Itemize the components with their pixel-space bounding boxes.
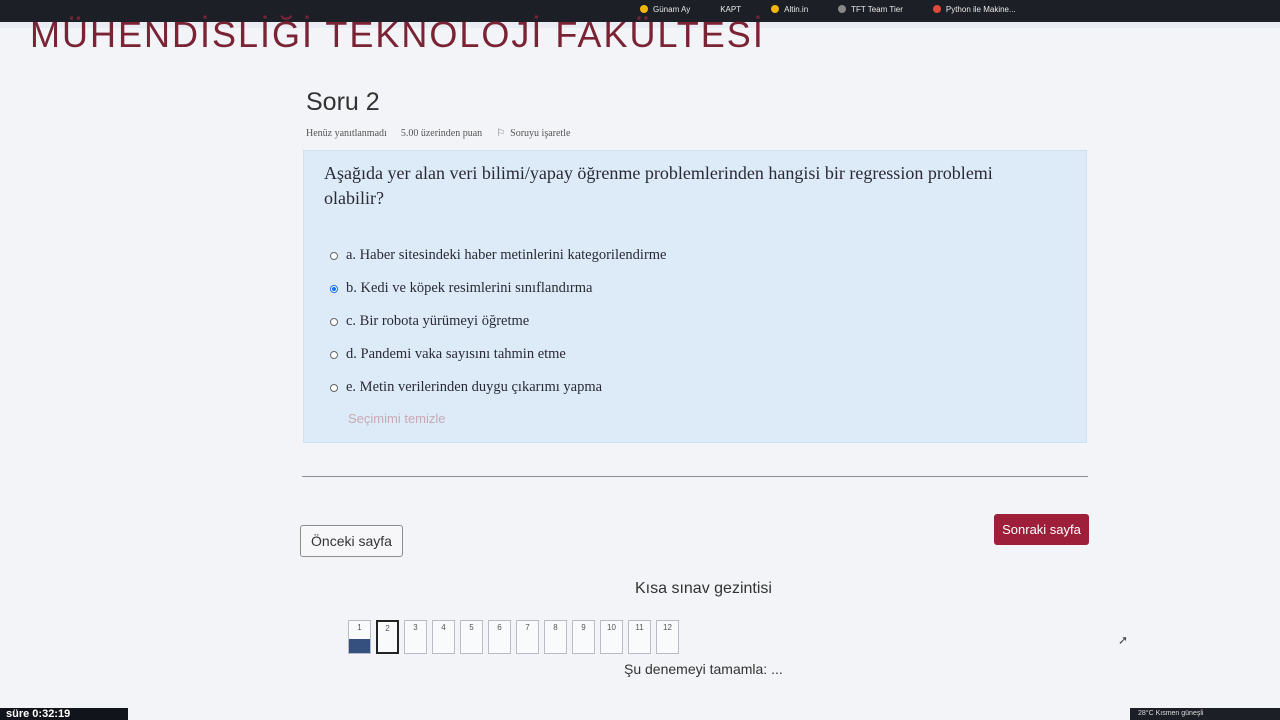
nav-page-9[interactable]: 9 bbox=[572, 620, 595, 654]
answer-label: d. Pandemi vaka sayısını tahmin etme bbox=[346, 346, 566, 362]
answer-option-b[interactable]: b. Kedi ve köpek resimlerini sınıflandır… bbox=[330, 272, 667, 305]
nav-page-5[interactable]: 5 bbox=[460, 620, 483, 654]
gold-icon bbox=[771, 5, 780, 13]
bookmark-item[interactable]: TFT Team Tier bbox=[838, 5, 903, 14]
question-box: Aşağıda yer alan veri bilimi/yapay öğren… bbox=[303, 150, 1087, 443]
question-status: Henüz yanıtlanmadı bbox=[306, 128, 387, 139]
bookmark-item[interactable]: KAPT bbox=[720, 5, 741, 14]
bookmark-label: Python ile Makine... bbox=[945, 4, 1016, 14]
answer-label: b. Kedi ve köpek resimlerini sınıflandır… bbox=[346, 280, 593, 296]
star-icon bbox=[640, 5, 648, 13]
book-icon bbox=[932, 5, 941, 13]
answer-label: e. Metin verilerinden duygu çıkarımı yap… bbox=[346, 379, 603, 395]
answer-option-e[interactable]: e. Metin verilerinden duygu çıkarımı yap… bbox=[330, 371, 667, 404]
nav-page-8[interactable]: 8 bbox=[544, 620, 567, 654]
finish-attempt-link[interactable]: Şu denemeyi tamamla: ... bbox=[624, 661, 783, 677]
question-header: Soru 2 bbox=[306, 88, 380, 117]
nav-page-12[interactable]: 12 bbox=[656, 620, 679, 654]
quiz-timer: süre 0:32:19 bbox=[0, 708, 128, 720]
bookmark-item[interactable]: Altin.in bbox=[771, 5, 808, 14]
quiz-navigation-title: Kısa sınav gezintisi bbox=[635, 580, 772, 597]
divider bbox=[302, 476, 1088, 477]
radio-button[interactable] bbox=[330, 383, 338, 392]
nav-page-7[interactable]: 7 bbox=[516, 620, 539, 654]
bookmark-label: KAPT bbox=[720, 4, 742, 14]
radio-button-selected[interactable] bbox=[330, 284, 338, 293]
nav-page-11[interactable]: 11 bbox=[628, 620, 651, 654]
answer-label: c. Bir robota yürümeyi öğretme bbox=[346, 313, 530, 329]
answer-option-c[interactable]: c. Bir robota yürümeyi öğretme bbox=[330, 305, 667, 338]
question-number: Soru 2 bbox=[306, 88, 380, 116]
mouse-cursor-icon: ➚ bbox=[1118, 633, 1129, 647]
bookmark-item[interactable]: Python ile Makine... bbox=[932, 4, 1016, 14]
answer-list: a. Haber sitesindeki haber metinlerini k… bbox=[330, 239, 667, 404]
nav-page-1[interactable]: 1 bbox=[348, 620, 371, 654]
nav-page-6[interactable]: 6 bbox=[488, 620, 511, 654]
clear-choice-link[interactable]: Seçimimi temizle bbox=[348, 411, 446, 426]
radio-button[interactable] bbox=[330, 251, 338, 260]
answer-label: a. Haber sitesindeki haber metinlerini k… bbox=[346, 247, 667, 263]
question-info: Henüz yanıtlanmadı 5.00 üzerinden puan ⚐… bbox=[306, 128, 570, 139]
next-page-button[interactable]: Sonraki sayfa bbox=[994, 514, 1089, 545]
nav-page-4[interactable]: 4 bbox=[432, 620, 455, 654]
bookmark-label: Günam Ay bbox=[653, 4, 691, 14]
faculty-title: MÜHENDİSLİĞİ TEKNOLOJİ FAKÜLTESİ bbox=[30, 14, 765, 55]
flag-icon: ⚐ bbox=[496, 128, 506, 139]
weather-text: 28°C Kısmen güneşli bbox=[1138, 710, 1204, 717]
nav-page-3[interactable]: 3 bbox=[404, 620, 427, 654]
answer-option-d[interactable]: d. Pandemi vaka sayısını tahmin etme bbox=[330, 338, 667, 371]
question-text: Aşağıda yer alan veri bilimi/yapay öğren… bbox=[324, 163, 993, 208]
taskbar-weather[interactable]: 28°C Kısmen güneşli bbox=[1130, 708, 1280, 720]
flag-question-label: Soruyu işaretle bbox=[510, 128, 571, 139]
answer-option-a[interactable]: a. Haber sitesindeki haber metinlerini k… bbox=[330, 239, 667, 272]
bookmark-label: Altin.in bbox=[784, 4, 809, 14]
bookmark-item[interactable]: Günam Ay bbox=[640, 5, 690, 14]
grid-icon bbox=[838, 5, 847, 13]
question-points: 5.00 üzerinden puan bbox=[400, 128, 483, 139]
quiz-navigation-grid: 1 2 3 4 5 6 7 8 9 10 11 12 bbox=[348, 620, 679, 654]
nav-page-2[interactable]: 2 bbox=[376, 620, 399, 654]
flag-question-link[interactable]: ⚐ Soruyu işaretle bbox=[496, 128, 570, 139]
previous-page-button[interactable]: Önceki sayfa bbox=[300, 525, 403, 557]
radio-button[interactable] bbox=[330, 317, 338, 326]
nav-page-10[interactable]: 10 bbox=[600, 620, 623, 654]
radio-button[interactable] bbox=[330, 350, 338, 359]
bookmark-label: TFT Team Tier bbox=[851, 4, 903, 14]
